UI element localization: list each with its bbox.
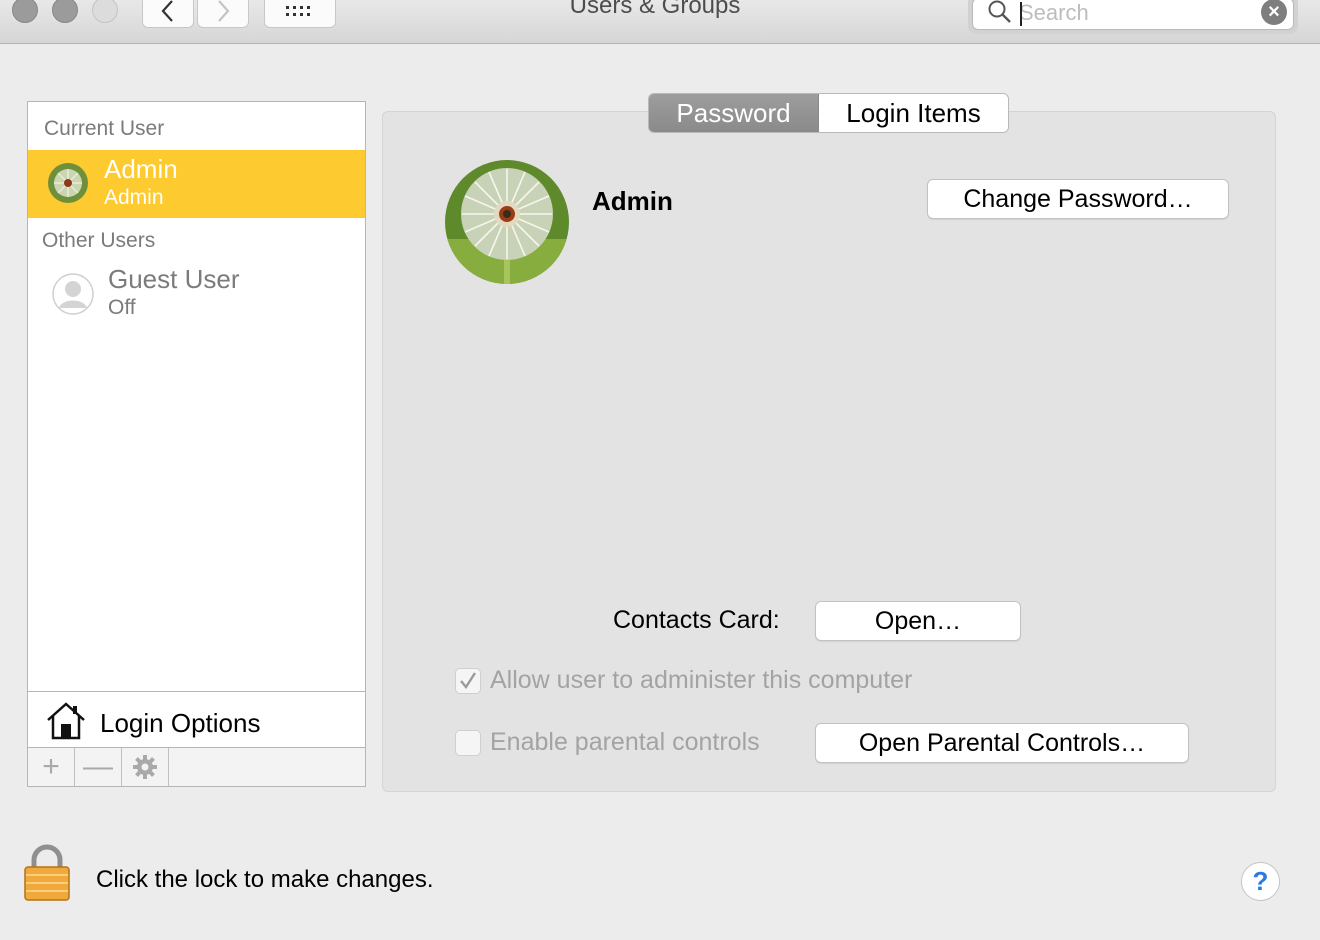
sidebar-action-bar: + —: [28, 747, 365, 786]
login-options-label: Login Options: [100, 708, 261, 738]
chevron-right-icon: [218, 0, 230, 22]
dandelion-avatar-icon: [48, 163, 88, 203]
back-button[interactable]: [142, 0, 194, 28]
tab-password[interactable]: Password: [649, 94, 819, 132]
forward-button[interactable]: [197, 0, 249, 28]
minimize-window-button[interactable]: [52, 0, 78, 23]
tab-bar: Password Login Items: [648, 93, 1009, 133]
allow-admin-label: Allow user to administer this computer: [490, 666, 913, 694]
users-sidebar: Current User Admin Admin Other Users Gue…: [27, 101, 366, 787]
guest-avatar-icon: [52, 273, 94, 315]
detail-user-name: Admin: [592, 186, 673, 216]
lock-icon[interactable]: [22, 844, 72, 902]
clear-search-icon[interactable]: ×: [1261, 0, 1287, 25]
action-menu-button[interactable]: [122, 748, 169, 786]
tab-login-items[interactable]: Login Items: [819, 94, 1008, 132]
remove-user-button[interactable]: —: [75, 748, 122, 786]
search-input[interactable]: [1019, 0, 1249, 27]
window-title: Users & Groups: [569, 0, 741, 19]
open-parental-controls-button[interactable]: Open Parental Controls…: [815, 723, 1189, 763]
close-window-button[interactable]: [12, 0, 38, 23]
user-photo-dandelion-icon[interactable]: [444, 159, 570, 285]
title-bar: Users & Groups ×: [0, 0, 1320, 44]
contacts-card-label: Contacts Card:: [613, 606, 780, 634]
change-password-button[interactable]: Change Password…: [927, 179, 1229, 219]
login-options-item[interactable]: Login Options: [28, 691, 365, 747]
chevron-left-icon: [161, 0, 173, 22]
add-user-button[interactable]: +: [28, 748, 75, 786]
parental-controls-label: Enable parental controls: [490, 728, 760, 756]
lock-message: Click the lock to make changes.: [96, 866, 434, 893]
gear-icon: [133, 755, 157, 779]
other-users-header: Other Users: [42, 229, 156, 252]
show-all-button[interactable]: [264, 0, 336, 28]
current-user-name: Admin: [104, 154, 178, 184]
checkmark-icon: [460, 672, 477, 690]
help-button[interactable]: ?: [1241, 862, 1280, 901]
grid-icon: [286, 6, 310, 16]
search-icon: [988, 0, 1011, 23]
current-user-header: Current User: [44, 117, 165, 140]
zoom-window-button[interactable]: [92, 0, 118, 23]
current-user-role: Admin: [104, 186, 164, 209]
guest-user-name: Guest User: [108, 264, 240, 294]
parental-controls-checkbox[interactable]: [455, 730, 481, 756]
user-row-guest[interactable]: Guest User Off: [28, 260, 365, 328]
text-cursor: [1020, 2, 1022, 26]
allow-admin-checkbox[interactable]: [455, 668, 481, 694]
house-icon: [47, 702, 85, 740]
guest-user-status: Off: [108, 296, 136, 319]
open-contacts-card-button[interactable]: Open…: [815, 601, 1021, 641]
search-field[interactable]: ×: [968, 0, 1298, 34]
user-row-admin[interactable]: Admin Admin: [28, 150, 365, 218]
